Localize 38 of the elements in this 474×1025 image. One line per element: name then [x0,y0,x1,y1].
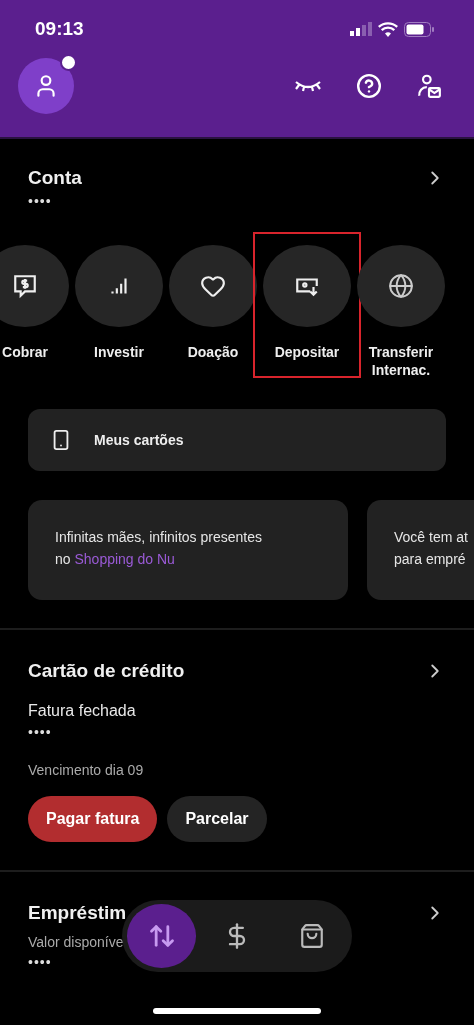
signal-icon [350,22,372,36]
action-label: Transferir Internac. [367,343,435,379]
promo-card[interactable]: Infinitas mães, infinitos presentes no Shopping do Nu [28,500,348,600]
installments-button[interactable]: Parcelar [167,796,267,842]
battery-icon [404,21,434,37]
promo-text: Infinitas mães, infinitos presentes [55,528,263,547]
closed-eye-icon[interactable] [294,78,322,94]
credit-card-title: Cartão de crédito [28,660,185,682]
promo-text: no Shopping do Nu [55,550,176,569]
heart-icon [200,273,226,299]
person-mail-icon[interactable] [416,73,442,99]
action-button[interactable] [0,245,69,327]
wifi-icon [378,21,398,37]
account-title: Conta [28,167,82,189]
due-date: Vencimento dia 09 [28,762,145,778]
action-label: Cobrar [1,343,49,361]
globe-icon [388,273,414,299]
money-chat-icon [12,273,38,299]
hidden-loan-amount: •••• [28,954,53,970]
promo-card[interactable]: Você tem at para empré [367,500,474,600]
loan-title: Empréstim [28,902,127,924]
promo-text: para empré [394,550,467,569]
nav-tab[interactable] [127,904,197,968]
profile-avatar[interactable] [18,58,74,114]
action-label: Depositar [273,343,341,361]
promo-text: Você tem at [394,528,469,547]
help-icon[interactable] [356,73,382,99]
hidden-balance: •••• [28,193,53,209]
status-time: 09:13 [35,18,84,40]
shopping-bag-icon [299,923,326,949]
invoice-status: Fatura fechada [28,702,137,720]
action-label: Investir [93,343,145,361]
transfer-arrows-icon [147,922,176,950]
loan-subtitle: Valor disponíve [28,934,124,950]
pay-invoice-button[interactable]: Pagar fatura [28,796,158,842]
my-cards-button[interactable]: Meus cartões [28,409,446,471]
hidden-amount: •••• [28,724,53,740]
action-label: Doação [186,343,240,361]
